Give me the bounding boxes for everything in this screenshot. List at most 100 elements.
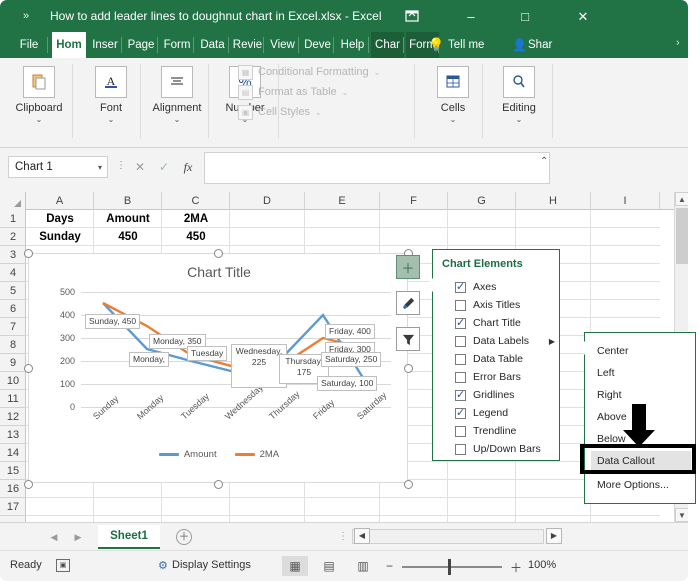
row-header[interactable]: 4	[0, 264, 26, 282]
checkbox[interactable]	[455, 408, 466, 419]
horizontal-scrollbar[interactable]	[352, 529, 544, 544]
group-font[interactable]: A Font ⌄	[78, 62, 144, 138]
submenu-item-more-options[interactable]: More Options...	[591, 475, 691, 496]
share-button[interactable]: Shar	[528, 32, 552, 58]
chart-element-gridlines[interactable]: Gridlines	[455, 386, 559, 404]
cell-a2[interactable]: Sunday	[26, 228, 94, 246]
checkbox[interactable]	[455, 300, 466, 311]
checkbox[interactable]	[455, 372, 466, 383]
checkbox[interactable]	[455, 318, 466, 329]
row-header[interactable]: 6	[0, 300, 26, 318]
chevron-down-icon[interactable]: ⌄	[144, 115, 210, 124]
row-header[interactable]: 3	[0, 246, 26, 264]
row-header[interactable]: 17	[0, 498, 26, 516]
chart-legend[interactable]: Amount 2MA	[29, 449, 409, 460]
submenu-item-data-callout[interactable]: Data Callout	[591, 451, 691, 472]
submenu-item-right[interactable]: Right	[591, 385, 691, 406]
group-clipboard[interactable]: Clipboard ⌄	[6, 62, 72, 138]
chevron-down-icon[interactable]: ⌄	[6, 115, 72, 124]
checkbox[interactable]	[455, 444, 466, 455]
row-header[interactable]: 2	[0, 228, 26, 246]
resize-handle-bottom-left[interactable]	[24, 480, 33, 489]
tab-page-layout[interactable]: Page	[124, 32, 158, 58]
submenu-item-center[interactable]: Center	[591, 341, 691, 362]
checkbox[interactable]	[455, 354, 466, 365]
checkbox[interactable]	[455, 336, 466, 347]
resize-handle-top-center[interactable]	[214, 249, 223, 258]
chart-elements-button[interactable]: ＋	[396, 255, 420, 279]
chart-styles-button[interactable]	[396, 291, 420, 315]
chart-element-data-table[interactable]: Data Table	[455, 350, 559, 368]
chevron-down-icon[interactable]: ▾	[98, 157, 102, 178]
group-editing[interactable]: Editing ⌄	[486, 62, 552, 138]
column-header-d[interactable]: D	[230, 192, 305, 210]
chevron-down-icon[interactable]: ⌄	[420, 115, 486, 124]
column-header-a[interactable]: A	[26, 192, 94, 210]
resize-handle-middle-left[interactable]	[24, 364, 33, 373]
column-header-c[interactable]: C	[162, 192, 230, 210]
prev-sheet-button[interactable]: ◀	[46, 530, 62, 544]
tab-view[interactable]: View	[266, 32, 299, 58]
insert-function-button[interactable]: fx	[176, 156, 200, 178]
scrollbar-thumb[interactable]	[676, 208, 688, 264]
tab-review[interactable]: Reviе	[231, 32, 264, 58]
conditional-formatting-button[interactable]: ▦ Conditional Formatting ⌄	[238, 62, 410, 82]
row-header[interactable]: 11	[0, 390, 26, 408]
row-header[interactable]: 1	[0, 210, 26, 228]
scroll-up-button[interactable]: ▲	[675, 192, 688, 206]
maximize-button[interactable]: □	[502, 4, 548, 30]
cancel-entry-button[interactable]: ✕	[128, 156, 152, 178]
format-as-table-button[interactable]: ▤ Format as Table ⌄	[238, 82, 410, 102]
quick-access-toolbar-icon[interactable]: »	[16, 8, 36, 24]
checkbox[interactable]	[455, 282, 466, 293]
row-header[interactable]: 8	[0, 336, 26, 354]
formula-input[interactable]	[204, 152, 550, 184]
row-header[interactable]: 9	[0, 354, 26, 372]
cell-a1[interactable]: Days	[26, 210, 94, 228]
data-callout-label[interactable]: Tuesday	[187, 346, 227, 361]
group-alignment[interactable]: Alignment ⌄	[144, 62, 210, 138]
close-button[interactable]: ✕	[560, 4, 606, 30]
tab-help[interactable]: Help	[336, 32, 369, 58]
chart-element-data-labels[interactable]: Data Labels ▶	[455, 332, 559, 350]
column-header-e[interactable]: E	[305, 192, 380, 210]
row-header[interactable]: 15	[0, 462, 26, 480]
row-header[interactable]: 16	[0, 480, 26, 498]
zoom-slider-thumb[interactable]	[448, 559, 451, 575]
zoom-out-button[interactable]: −	[386, 559, 393, 573]
row-header[interactable]: 10	[0, 372, 26, 390]
chevron-down-icon[interactable]: ⌄	[78, 115, 144, 124]
group-cells[interactable]: Cells ⌄	[420, 62, 486, 138]
chart-element-legend[interactable]: Legend	[455, 404, 559, 422]
row-header[interactable]: 14	[0, 444, 26, 462]
tab-developer[interactable]: Deve	[301, 32, 334, 58]
tab-home[interactable]: Hom	[52, 32, 86, 58]
legend-item-2ma[interactable]: 2MA	[235, 449, 280, 460]
tab-chart-design[interactable]: Char	[371, 32, 404, 58]
resize-handle-middle-right[interactable]	[404, 364, 413, 373]
expand-formula-bar-button[interactable]: ⌃	[540, 156, 548, 167]
tab-split-handle[interactable]: ⋮	[338, 531, 348, 542]
cell-b2[interactable]: 450	[94, 228, 162, 246]
record-macro-icon[interactable]: ▣	[56, 559, 70, 572]
legend-item-amount[interactable]: Amount	[159, 449, 217, 460]
data-callout-label[interactable]: Friday, 400	[325, 324, 375, 339]
submenu-item-left[interactable]: Left	[591, 363, 691, 384]
scroll-down-button[interactable]: ▼	[675, 508, 688, 522]
chart-element-trendline[interactable]: Trendline	[455, 422, 559, 440]
minimize-button[interactable]: –	[448, 4, 494, 30]
column-header-f[interactable]: F	[380, 192, 448, 210]
data-callout-label[interactable]: Sunday, 450	[85, 314, 140, 329]
chevron-right-icon[interactable]: ›	[676, 37, 680, 49]
chart-title[interactable]: Chart Title	[29, 264, 409, 280]
column-header-h[interactable]: H	[516, 192, 591, 210]
row-header[interactable]: 7	[0, 318, 26, 336]
resize-handle-top-left[interactable]	[24, 249, 33, 258]
chart-element-axes[interactable]: Axes	[455, 278, 559, 296]
resize-handle-bottom-right[interactable]	[404, 480, 413, 489]
tell-me-box[interactable]: Tell me	[448, 32, 484, 58]
cell-styles-button[interactable]: ▣ Cell Styles ⌄	[238, 102, 410, 122]
chart-element-axis-titles[interactable]: Axis Titles	[455, 296, 559, 314]
tab-file[interactable]: File	[10, 32, 48, 58]
tab-formulas[interactable]: Form	[160, 32, 194, 58]
